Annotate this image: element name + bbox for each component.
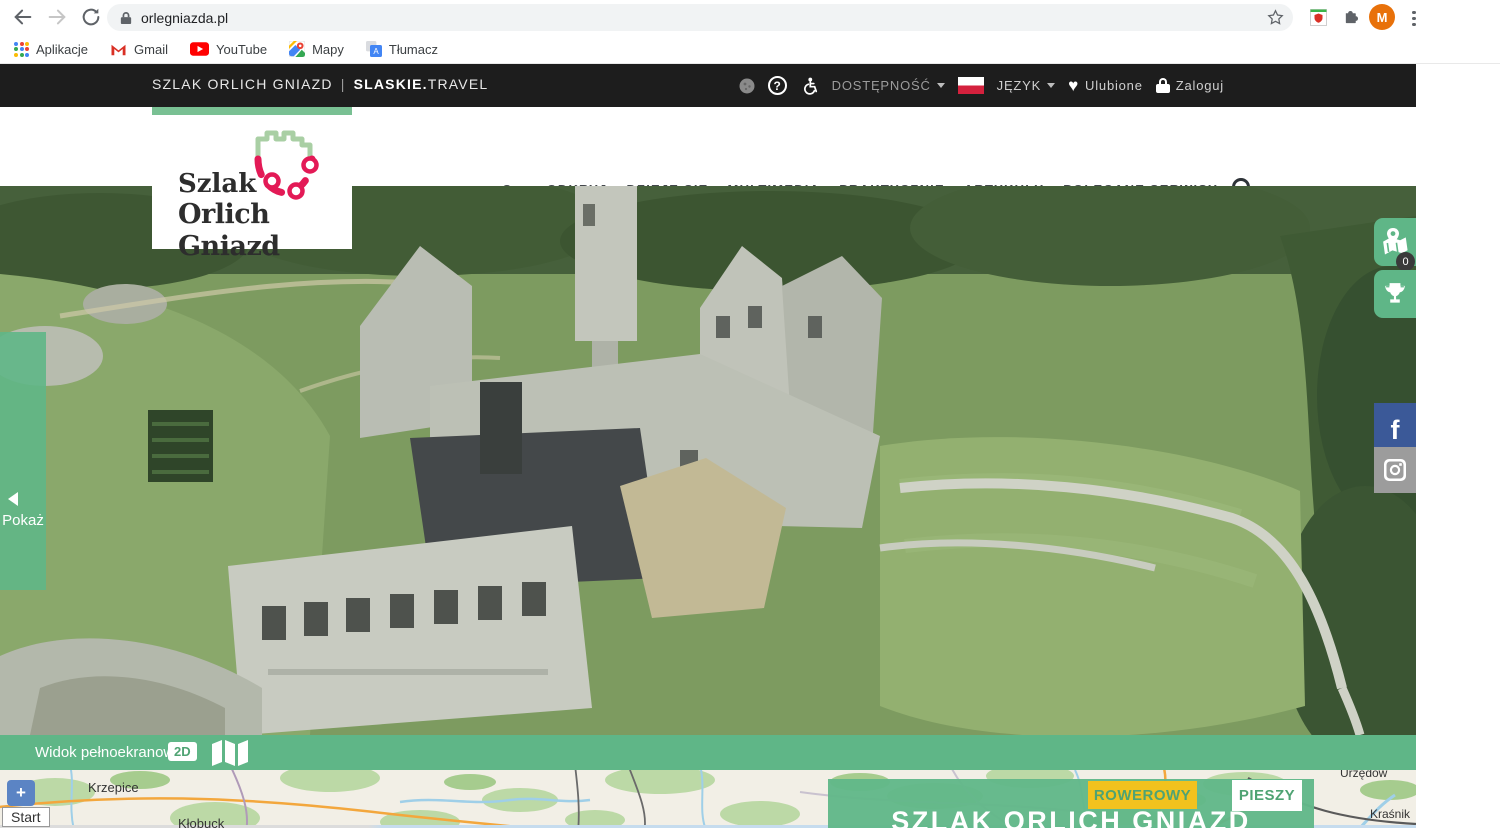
login-label: Zaloguj <box>1176 78 1224 93</box>
instagram-button[interactable] <box>1374 447 1416 493</box>
apps-grid-icon <box>14 42 29 57</box>
lock-icon <box>1156 78 1170 93</box>
bookmark-star-icon[interactable] <box>1266 8 1285 27</box>
trail-overlay-panel: ROWEROWY PIESZY SZLAK ORLICH GNIAZD <box>828 779 1314 828</box>
gmail-icon <box>110 42 127 56</box>
bookmark-apps[interactable]: Aplikacje <box>14 42 88 57</box>
trip-map-button[interactable]: 0 <box>1374 218 1416 266</box>
maps-icon <box>289 41 305 57</box>
poland-flag-icon[interactable] <box>958 77 984 94</box>
facebook-icon: f <box>1391 415 1400 446</box>
hero-video: YouTube <box>0 186 1416 735</box>
castle-aerial-art <box>0 186 1416 735</box>
show-panel-toggle[interactable]: Pokaż <box>0 332 46 590</box>
map-zoom-in-button[interactable]: + <box>7 780 35 806</box>
mode-2d-button[interactable]: 2D <box>168 742 197 761</box>
language-label: JĘZYK <box>997 78 1041 93</box>
show-panel-label: Pokaż <box>0 512 52 529</box>
reload-icon[interactable] <box>80 6 102 28</box>
chevron-down-icon <box>1047 83 1055 88</box>
brand-left[interactable]: SZLAK ORLICH GNIAZD <box>152 76 333 92</box>
url-text[interactable]: orlegniazda.pl <box>141 10 228 26</box>
extension-icon[interactable] <box>1310 9 1327 26</box>
bookmark-translate[interactable]: A Tłumacz <box>366 41 438 57</box>
favorites-button[interactable]: ♥ Ulubione <box>1068 76 1143 96</box>
map-label-krzepice: Krzepice <box>88 780 139 795</box>
webpage: SZLAK ORLICH GNIAZD | SLASKIE.TRAVEL ? DOS… <box>0 64 1416 828</box>
browser-menu-icon[interactable] <box>1412 8 1416 29</box>
accessibility-label: DOSTĘPNOŚĆ <box>832 78 931 93</box>
bookmark-youtube[interactable]: YouTube <box>190 42 267 57</box>
profile-avatar[interactable]: M <box>1369 4 1395 30</box>
site-logo[interactable]: Szlak Orlich Gniazd <box>152 107 352 249</box>
back-icon[interactable] <box>12 6 34 28</box>
accessibility-icon[interactable] <box>800 76 819 95</box>
forward-icon[interactable] <box>46 6 68 28</box>
accessibility-dropdown[interactable]: DOSTĘPNOŚĆ <box>832 78 945 93</box>
map-label-klobuck: Kłobuck <box>178 816 224 828</box>
browser-toolbar: orlegniazda.pl M <box>0 0 1500 35</box>
bookmark-maps[interactable]: Mapy <box>289 41 344 57</box>
help-icon[interactable]: ? <box>768 76 787 95</box>
fullscreen-label: Widok pełnoekranowy: <box>35 744 186 761</box>
trophy-icon <box>1382 281 1408 307</box>
address-bar[interactable]: orlegniazda.pl <box>107 4 1293 31</box>
trip-count-badge: 0 <box>1396 252 1415 271</box>
fullscreen-bar: Widok pełnoekranowy: 2D <box>0 735 1416 770</box>
map-start-tooltip: Start <box>2 807 50 827</box>
svg-text:A: A <box>373 47 379 56</box>
https-lock-icon <box>120 11 132 25</box>
bookmark-gmail[interactable]: Gmail <box>110 42 168 57</box>
logo-line2: Orlich Gniazd <box>178 199 352 263</box>
extensions-puzzle-icon[interactable] <box>1343 9 1360 26</box>
map-preview[interactable]: Krzepice Kłobuck Urzędów Kraśnik + Start… <box>0 770 1416 828</box>
brand-right-rest[interactable]: TRAVEL <box>428 76 489 92</box>
logo-green-strip <box>152 107 352 115</box>
bookmarks-bar: Aplikacje Gmail YouTube Mapy A Tłumacz <box>0 35 1500 64</box>
brand-separator: | <box>341 76 346 92</box>
logo-line1: Szlak <box>178 169 352 199</box>
achievements-button[interactable] <box>1374 270 1416 318</box>
fullscreen-map-icon[interactable] <box>212 740 248 766</box>
favorites-label: Ulubione <box>1085 78 1143 93</box>
map-label-krasnik: Kraśnik <box>1370 807 1410 821</box>
browser-window: orlegniazda.pl M Aplikacje Gmail YouT <box>0 0 1500 828</box>
map-label-urzedow: Urzędów <box>1340 770 1387 780</box>
instagram-icon <box>1382 457 1408 483</box>
rowerowy-button[interactable]: ROWEROWY <box>1088 781 1197 809</box>
facebook-button[interactable]: f <box>1374 403 1416 447</box>
language-dropdown[interactable]: JĘZYK <box>997 78 1055 93</box>
brand-right-bold[interactable]: SLASKIE. <box>354 76 428 92</box>
cookie-icon[interactable] <box>739 78 755 94</box>
youtube-icon <box>190 42 209 56</box>
translate-icon: A <box>366 41 382 57</box>
site-topbar: SZLAK ORLICH GNIAZD | SLASKIE.TRAVEL ? DOS… <box>0 64 1416 107</box>
login-button[interactable]: Zaloguj <box>1156 78 1224 93</box>
site-brand[interactable]: SZLAK ORLICH GNIAZD | SLASKIE.TRAVEL <box>152 76 488 92</box>
heart-icon: ♥ <box>1068 76 1079 96</box>
logo-text: Szlak Orlich Gniazd <box>178 169 352 263</box>
collapse-arrow-icon <box>8 492 18 506</box>
help-glyph: ? <box>773 79 780 93</box>
trail-title: SZLAK ORLICH GNIAZD <box>828 806 1314 828</box>
chevron-down-icon <box>937 83 945 88</box>
